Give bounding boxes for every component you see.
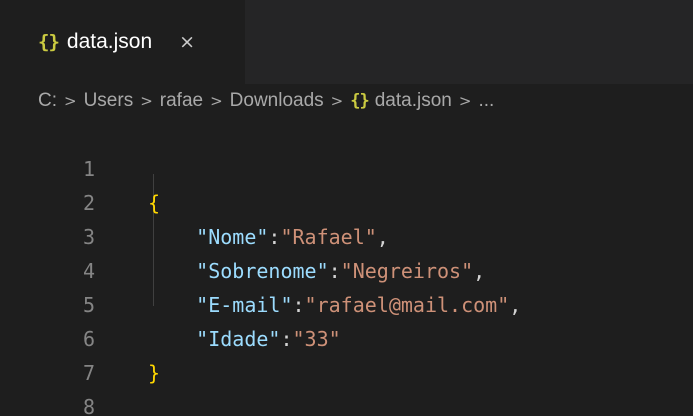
code-line: 2 "Nome":"Rafael", [0,152,693,249]
breadcrumb-item-file[interactable]: data.json [375,90,452,112]
code-line: 6 } [0,288,693,385]
tab-data-json[interactable]: {} data.json × [0,0,245,84]
code-line: 7 [0,322,693,385]
chevron-right-icon: > [210,92,223,110]
json-braces-icon: {} [350,91,370,111]
chevron-right-icon: > [458,92,472,110]
json-braces-icon: {} [38,31,60,53]
breadcrumb-item-users[interactable]: Users [84,90,134,112]
line-number: 8 [82,395,95,416]
breadcrumb-item-symbols[interactable]: ... [478,90,494,112]
code-line: 1 { [0,118,693,215]
code-editor[interactable]: 1 { 2 "Nome":"Rafael", 3 "Sobrenome":"Ne… [0,118,693,416]
code-line: 5 "Idade":"33" [0,254,693,351]
tab-strip: {} data.json × [0,0,693,84]
chevron-right-icon: > [64,92,77,110]
breadcrumb-item-downloads[interactable]: Downloads [230,90,324,112]
close-icon[interactable]: × [179,31,195,53]
code-line: 8 [0,356,693,416]
chevron-right-icon: > [140,92,153,110]
tab-label: data.json [66,30,153,53]
breadcrumb-item-rafae[interactable]: rafae [160,90,203,112]
code-line: 4 "E-mail":"rafael@mail.com", [0,220,693,317]
breadcrumb: C: > Users > rafae > Downloads > {} data… [38,84,494,118]
breadcrumb-item-drive[interactable]: C: [38,90,57,112]
code-line: 3 "Sobrenome":"Negreiros", [0,186,693,283]
chevron-right-icon: > [330,92,344,110]
editor-window: {} data.json × C: > Users > rafae > Down… [0,0,693,416]
